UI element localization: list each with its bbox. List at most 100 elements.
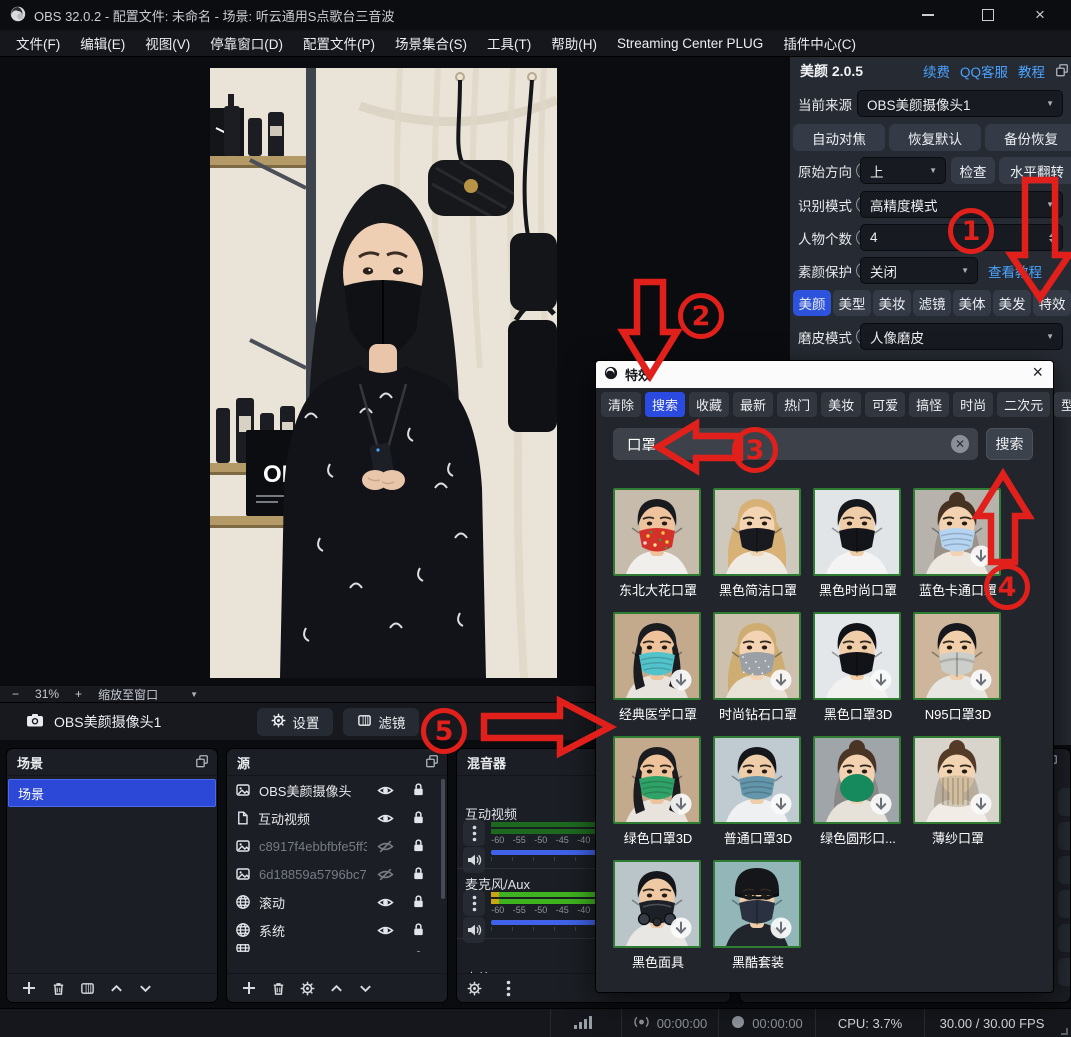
- close-button[interactable]: ×: [1017, 0, 1063, 30]
- chevron-down-icon[interactable]: ▼: [190, 690, 198, 699]
- effect-thumbnail[interactable]: [713, 736, 801, 824]
- source-row[interactable]: c8917f4ebbfbfe5ff3: [227, 832, 447, 860]
- effects-category-tab[interactable]: 热门: [777, 392, 817, 417]
- zoom-out-button[interactable]: −: [12, 687, 19, 701]
- lock-icon[interactable]: [411, 782, 426, 800]
- effect-item[interactable]: 蓝色卡通口罩: [913, 488, 1003, 599]
- mixer-menu-button[interactable]: [506, 980, 511, 997]
- lock-icon[interactable]: [411, 894, 426, 912]
- effect-item[interactable]: 经典医学口罩: [613, 612, 703, 723]
- effect-item[interactable]: 时尚钻石口罩: [713, 612, 803, 723]
- resize-grip[interactable]: [1059, 1009, 1071, 1037]
- menu-item[interactable]: 文件(F): [6, 33, 70, 53]
- scene-filters-button[interactable]: [80, 981, 95, 996]
- channel-menu-button[interactable]: [463, 890, 485, 916]
- zoom-in-button[interactable]: +: [75, 687, 82, 701]
- menu-item[interactable]: 帮助(H): [541, 33, 607, 53]
- effects-category-tab[interactable]: 可爱: [865, 392, 905, 417]
- move-down-button[interactable]: [138, 981, 153, 996]
- source-settings-button[interactable]: 设置: [257, 708, 333, 736]
- lock-icon[interactable]: [411, 922, 426, 940]
- eye-icon[interactable]: [377, 894, 394, 914]
- menu-item[interactable]: 插件中心(C): [773, 33, 866, 53]
- scene-row[interactable]: 场景: [8, 779, 216, 807]
- control-button[interactable]: [1058, 890, 1071, 918]
- qq-support-link[interactable]: QQ客服: [960, 61, 1008, 81]
- beauty-tab[interactable]: 美颜: [793, 290, 831, 316]
- effect-thumbnail[interactable]: [613, 488, 701, 576]
- person-count-input[interactable]: 4: [860, 224, 1063, 251]
- eye-icon[interactable]: [377, 922, 394, 942]
- popout-icon[interactable]: [1055, 63, 1069, 80]
- autofocus-button[interactable]: 自动对焦: [793, 124, 885, 151]
- move-up-button[interactable]: [109, 981, 124, 996]
- effects-category-tab[interactable]: 搜索: [645, 392, 685, 417]
- flip-horizontal-button[interactable]: 水平翻转: [999, 157, 1071, 184]
- move-down-button[interactable]: [358, 981, 373, 996]
- beauty-tab[interactable]: 美妆: [873, 290, 911, 316]
- backup-restore-button[interactable]: 备份恢复: [985, 124, 1071, 151]
- mute-button[interactable]: [463, 917, 485, 943]
- renew-link[interactable]: 续费: [923, 61, 950, 81]
- add-source-button[interactable]: [241, 980, 257, 996]
- beauty-tab[interactable]: 美型: [833, 290, 871, 316]
- menu-item[interactable]: 视图(V): [135, 33, 200, 53]
- control-button[interactable]: [1058, 924, 1071, 952]
- orientation-select[interactable]: 上▼: [860, 157, 946, 184]
- source-row[interactable]: OBS美颜摄像头: [227, 776, 447, 804]
- effect-thumbnail[interactable]: [713, 612, 801, 700]
- effect-item[interactable]: 黑色口罩3D: [813, 612, 903, 723]
- effects-category-tab[interactable]: 二次元: [997, 392, 1050, 417]
- effects-category-tab[interactable]: 清除: [601, 392, 641, 417]
- tutorial-link[interactable]: 教程: [1018, 61, 1045, 81]
- effect-item[interactable]: N95口罩3D: [913, 612, 1003, 723]
- move-up-button[interactable]: [329, 981, 344, 996]
- effect-thumbnail[interactable]: [713, 860, 801, 948]
- control-button[interactable]: [1058, 856, 1071, 884]
- source-properties-button[interactable]: [300, 981, 315, 996]
- lock-icon[interactable]: [411, 810, 426, 828]
- spinner-buttons[interactable]: [1049, 232, 1057, 244]
- beauty-tab[interactable]: 滤镜: [913, 290, 951, 316]
- effect-thumbnail[interactable]: [813, 612, 901, 700]
- effect-item[interactable]: 东北大花口罩: [613, 488, 703, 599]
- menu-item[interactable]: Streaming Center PLUG: [607, 36, 773, 51]
- lock-icon[interactable]: [411, 838, 426, 856]
- effect-thumbnail[interactable]: [613, 736, 701, 824]
- source-row[interactable]: 系统: [227, 916, 447, 944]
- effects-category-tab[interactable]: 时尚: [953, 392, 993, 417]
- effect-item[interactable]: 黑酷套装: [713, 860, 803, 971]
- effect-thumbnail[interactable]: [913, 736, 1001, 824]
- popout-icon[interactable]: [425, 754, 439, 771]
- effect-item[interactable]: 黑色简洁口罩: [713, 488, 803, 599]
- source-filters-button[interactable]: 滤镜: [343, 708, 419, 736]
- detect-mode-select[interactable]: 高精度模式▼: [860, 191, 1063, 218]
- menu-item[interactable]: 配置文件(P): [293, 33, 385, 53]
- popup-close-button[interactable]: ×: [1032, 362, 1043, 383]
- minimize-button[interactable]: [905, 0, 951, 30]
- effects-category-tab[interactable]: 最新: [733, 392, 773, 417]
- smooth-mode-select[interactable]: 人像磨皮▼: [860, 323, 1063, 350]
- beauty-tab[interactable]: 美发: [993, 290, 1031, 316]
- maximize-button[interactable]: [965, 0, 1011, 30]
- effect-thumbnail[interactable]: [913, 612, 1001, 700]
- eye-icon[interactable]: [377, 782, 394, 802]
- source-row[interactable]: 互动视频: [227, 804, 447, 832]
- menu-item[interactable]: 场景集合(S): [385, 33, 477, 53]
- effect-thumbnail[interactable]: [613, 612, 701, 700]
- remove-scene-button[interactable]: [51, 981, 66, 996]
- menu-item[interactable]: 工具(T): [477, 33, 541, 53]
- effect-thumbnail[interactable]: [613, 860, 701, 948]
- effects-category-tab[interactable]: 型男: [1054, 392, 1071, 417]
- effect-thumbnail[interactable]: [713, 488, 801, 576]
- effect-item[interactable]: 黑色时尚口罩: [813, 488, 903, 599]
- clear-search-icon[interactable]: ✕: [951, 435, 969, 453]
- menu-item[interactable]: 编辑(E): [70, 33, 135, 53]
- restore-default-button[interactable]: 恢复默认: [889, 124, 981, 151]
- popout-icon[interactable]: [195, 754, 209, 771]
- effect-item[interactable]: 普通口罩3D: [713, 736, 803, 847]
- source-row[interactable]: 滚动: [227, 888, 447, 916]
- control-button[interactable]: [1058, 958, 1071, 986]
- control-button[interactable]: [1058, 822, 1071, 850]
- fit-to-window-select[interactable]: 缩放至窗口: [98, 686, 158, 703]
